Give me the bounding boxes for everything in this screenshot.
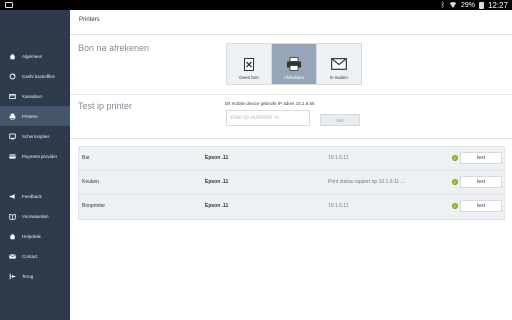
test-printer-button[interactable]: test	[460, 152, 502, 164]
receipt-icon	[9, 93, 16, 100]
sidebar-item-terug[interactable]: Terug	[0, 266, 70, 286]
page-title: Printers	[79, 17, 100, 23]
sidebar-item-helpdesk[interactable]: Helpdesk	[0, 226, 70, 246]
sidebar-item-voorwaarden[interactable]: Voorwaarden	[0, 206, 70, 226]
screen-icon	[9, 133, 16, 140]
option-label: Afdrukken	[283, 75, 305, 80]
sidebar-item-label: Terug	[22, 273, 34, 279]
battery-icon	[478, 1, 484, 9]
test-section-label: Test ip printer	[78, 101, 133, 111]
printer-list: Bar Epson .11 10.1.6.11 test Keuken Epso…	[78, 146, 505, 220]
screenshot-icon	[5, 2, 13, 8]
divider	[70, 34, 512, 35]
card-icon	[9, 153, 16, 160]
ip-address-note: Dit mobile device gebruikt IP adres 10.1…	[225, 101, 315, 106]
clock: 12:27	[487, 0, 508, 10]
printer-address: Print status rapport op 10.1.6.11 ...	[328, 179, 405, 185]
printer-row-bar: Bar Epson .11 10.1.6.11 test	[79, 147, 504, 171]
receipt-section-label: Bon na afrekenen	[78, 43, 150, 53]
test-printer-button[interactable]: test	[460, 200, 502, 212]
sidebar: Algemeen Cashi backoffice Kassabon Print…	[0, 10, 70, 320]
printer-name: Keuken	[82, 179, 99, 185]
status-bar: ᛒ 29% 12:27	[0, 0, 512, 10]
sidebar-item-label: Helpdesk	[22, 233, 41, 239]
sidebar-item-kassabon[interactable]: Kassabon	[0, 86, 70, 106]
book-icon	[9, 213, 16, 220]
sidebar-item-algemeen[interactable]: Algemeen	[0, 46, 70, 66]
divider	[70, 94, 512, 95]
option-label: E-mailen	[330, 75, 348, 80]
status-icons: ᛒ 29% 12:27	[441, 0, 508, 10]
sidebar-item-label: Payment provider	[22, 153, 58, 159]
ip-input[interactable]	[226, 110, 310, 126]
option-geen-bon[interactable]: Geen bon	[227, 44, 272, 84]
wifi-icon	[448, 2, 457, 8]
printer-model: Epson .11	[205, 155, 229, 161]
printer-model: Epson .11	[205, 203, 229, 209]
sidebar-item-label: Algemeen	[22, 53, 43, 59]
receipt-option-group: Geen bon Afdrukken E-mailen	[226, 43, 362, 85]
option-afdrukken[interactable]: Afdrukken	[272, 44, 317, 84]
help-home-icon	[9, 233, 16, 240]
printer-address: 10.1.6.11	[328, 203, 349, 209]
printer-model: Epson .11	[205, 179, 229, 185]
sidebar-item-contact[interactable]: Contact	[0, 246, 70, 266]
printer-name: Bar	[82, 155, 90, 161]
sidebar-item-label: Voorwaarden	[22, 213, 49, 219]
status-dot-icon	[452, 179, 458, 185]
sidebar-item-label: Feedback	[22, 193, 42, 199]
status-dot-icon	[452, 203, 458, 209]
refresh-icon	[9, 72, 16, 80]
printer-name: Bonprinter	[82, 203, 106, 209]
bluetooth-icon: ᛒ	[440, 1, 445, 9]
sidebar-item-label: Cashi backoffice	[22, 73, 55, 79]
sidebar-item-feedback[interactable]: Feedback	[0, 186, 70, 206]
printer-icon	[9, 113, 16, 120]
sidebar-item-label: Printers	[22, 113, 38, 119]
sidebar-item-label: Kassabon	[22, 93, 43, 99]
sidebar-item-cashi-backoffice[interactable]: Cashi backoffice	[0, 66, 70, 86]
no-receipt-icon	[241, 56, 257, 72]
option-label: Geen bon	[239, 75, 259, 80]
sidebar-item-payment-provider[interactable]: Payment provider	[0, 146, 70, 166]
battery-percent: 29%	[460, 1, 475, 9]
back-icon	[9, 273, 16, 280]
printer-row-bonprinter: Bonprinter Epson .11 10.1.6.11 test	[79, 195, 504, 219]
test-printer-button[interactable]: test	[460, 176, 502, 188]
status-dot-icon	[452, 155, 458, 161]
option-e-mailen[interactable]: E-mailen	[317, 44, 361, 84]
main-content: Printers Bon na afrekenen Geen bon Afdru…	[70, 10, 512, 320]
printer-row-keuken: Keuken Epson .11 Print status rapport op…	[79, 171, 504, 195]
sidebar-item-printers[interactable]: Printers	[0, 106, 70, 126]
sidebar-item-label: Schermopties	[22, 133, 50, 139]
sidebar-item-schermopties[interactable]: Schermopties	[0, 126, 70, 146]
mail-icon	[9, 253, 16, 260]
envelope-icon	[331, 56, 347, 72]
sidebar-item-label: Contact	[22, 253, 38, 259]
divider	[70, 138, 512, 139]
home-icon	[9, 53, 16, 60]
test-ip-button[interactable]: test	[320, 114, 360, 126]
printer-icon	[286, 56, 302, 72]
megaphone-icon	[9, 193, 16, 200]
printer-address: 10.1.6.11	[328, 155, 349, 161]
